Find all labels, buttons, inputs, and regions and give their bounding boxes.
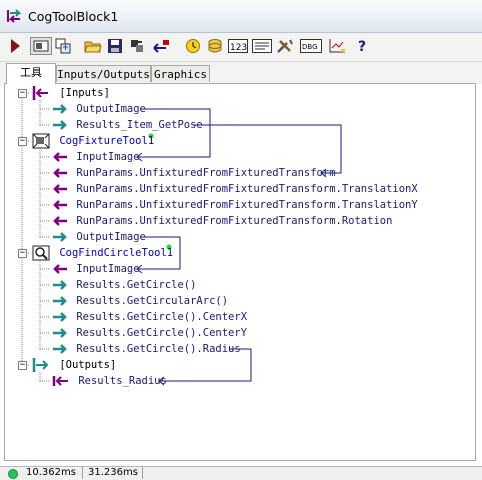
fixture-rotation[interactable]: RunParams.UnfixturedFromFixturedTransfor…	[52, 213, 392, 229]
status-bar: 10.362ms 31.236ms	[0, 466, 482, 480]
copy-icon[interactable]	[128, 37, 146, 55]
toolbar: 123 DBG ?	[0, 33, 482, 62]
output-arrow-icon	[53, 232, 67, 242]
fixture-tool-icon	[32, 133, 50, 149]
input-arrow-icon	[53, 200, 67, 210]
toolblock-icon	[6, 9, 22, 23]
outputs-node[interactable]: [Outputs]	[32, 357, 116, 373]
circle-center-x[interactable]: Results.GetCircle().CenterX	[52, 309, 247, 325]
fixture-output-image[interactable]: OutputImage	[52, 229, 146, 245]
fixture-translation-x[interactable]: RunParams.UnfixturedFromFixturedTransfor…	[52, 181, 418, 197]
circle-center-y[interactable]: Results.GetCircle().CenterY	[52, 325, 247, 341]
list-icon[interactable]	[252, 37, 272, 55]
window-title: CogToolBlock1	[28, 9, 119, 24]
save-icon[interactable]	[106, 37, 124, 55]
output-pin-icon	[52, 376, 68, 386]
fixture-unfixtured-transform[interactable]: RunParams.UnfixturedFromFixturedTransfor…	[52, 165, 336, 181]
find-circle-tool-icon	[32, 245, 50, 261]
tab-tools[interactable]: 工具	[6, 63, 56, 84]
help-icon[interactable]: ?	[354, 37, 372, 55]
collapse-fixture-toggle[interactable]: −	[18, 137, 27, 146]
status-divider	[82, 466, 83, 479]
input-arrow-icon	[53, 264, 67, 274]
numbers-icon[interactable]: 123	[228, 37, 248, 55]
clock-icon[interactable]	[184, 37, 202, 55]
input-results-item-getpose[interactable]: Results_Item_GetPose	[52, 117, 203, 133]
chart-icon[interactable]	[328, 37, 346, 55]
output-arrow-icon	[53, 296, 67, 306]
title-bar: CogToolBlock1	[0, 0, 482, 33]
collapse-inputs-toggle[interactable]: −	[18, 89, 27, 98]
status-time-1: 10.362ms	[26, 467, 76, 478]
svg-text:123: 123	[230, 43, 247, 53]
circle-radius[interactable]: Results.GetCircle().Radius	[52, 341, 241, 357]
input-arrow-icon	[53, 168, 67, 178]
inputs-icon	[32, 86, 48, 100]
outputs-label: [Outputs]	[59, 359, 117, 371]
svg-text:DBG: DBG	[302, 43, 318, 51]
circle-get-circular-arc[interactable]: Results.GetCircularArc()	[52, 293, 228, 309]
collapse-circle-toggle[interactable]: −	[18, 249, 27, 258]
database-icon[interactable]	[206, 37, 224, 55]
inputs-label: [Inputs]	[59, 87, 110, 99]
status-divider	[142, 466, 143, 479]
output-arrow-icon	[53, 312, 67, 322]
output-arrow-icon	[53, 328, 67, 338]
tab-bar: 工具 Inputs/Outputs Graphics	[0, 62, 482, 84]
reset-icon[interactable]	[152, 37, 170, 55]
circle-input-image[interactable]: InputImage	[52, 261, 140, 277]
fixture-input-image[interactable]: InputImage	[52, 149, 140, 165]
output-arrow-icon	[53, 104, 67, 114]
output-results-radius[interactable]: Results_Radius	[52, 373, 167, 389]
status-indicator	[8, 469, 18, 479]
fixture-translation-y[interactable]: RunParams.UnfixturedFromFixturedTransfor…	[52, 197, 418, 213]
wrench-icon[interactable]	[276, 37, 294, 55]
fixture-tool-node[interactable]: CogFixtureTool1	[32, 133, 154, 149]
tab-graphics[interactable]: Graphics	[151, 65, 210, 82]
input-arrow-icon	[53, 216, 67, 226]
inputs-node[interactable]: [Inputs]	[32, 85, 110, 101]
input-arrow-icon	[53, 184, 67, 194]
input-output-image[interactable]: OutputImage	[52, 101, 146, 117]
circle-get-circle[interactable]: Results.GetCircle()	[52, 277, 196, 293]
svg-text:?: ?	[358, 39, 366, 54]
output-arrow-icon	[53, 344, 67, 354]
status-time-2: 31.236ms	[88, 467, 138, 478]
tool-icon[interactable]	[54, 37, 72, 55]
find-circle-tool-node[interactable]: CogFindCircleTool1	[32, 245, 173, 261]
collapse-outputs-toggle[interactable]: −	[18, 361, 27, 370]
input-arrow-icon	[53, 152, 67, 162]
open-folder-icon[interactable]	[84, 37, 102, 55]
outputs-icon	[32, 358, 49, 372]
output-arrow-icon	[53, 120, 67, 130]
tab-inputs-outputs[interactable]: Inputs/Outputs	[56, 65, 151, 82]
display-icon[interactable]	[30, 37, 52, 55]
dbg-icon[interactable]: DBG	[300, 37, 322, 55]
run-icon[interactable]	[6, 37, 24, 55]
output-arrow-icon	[53, 280, 67, 290]
